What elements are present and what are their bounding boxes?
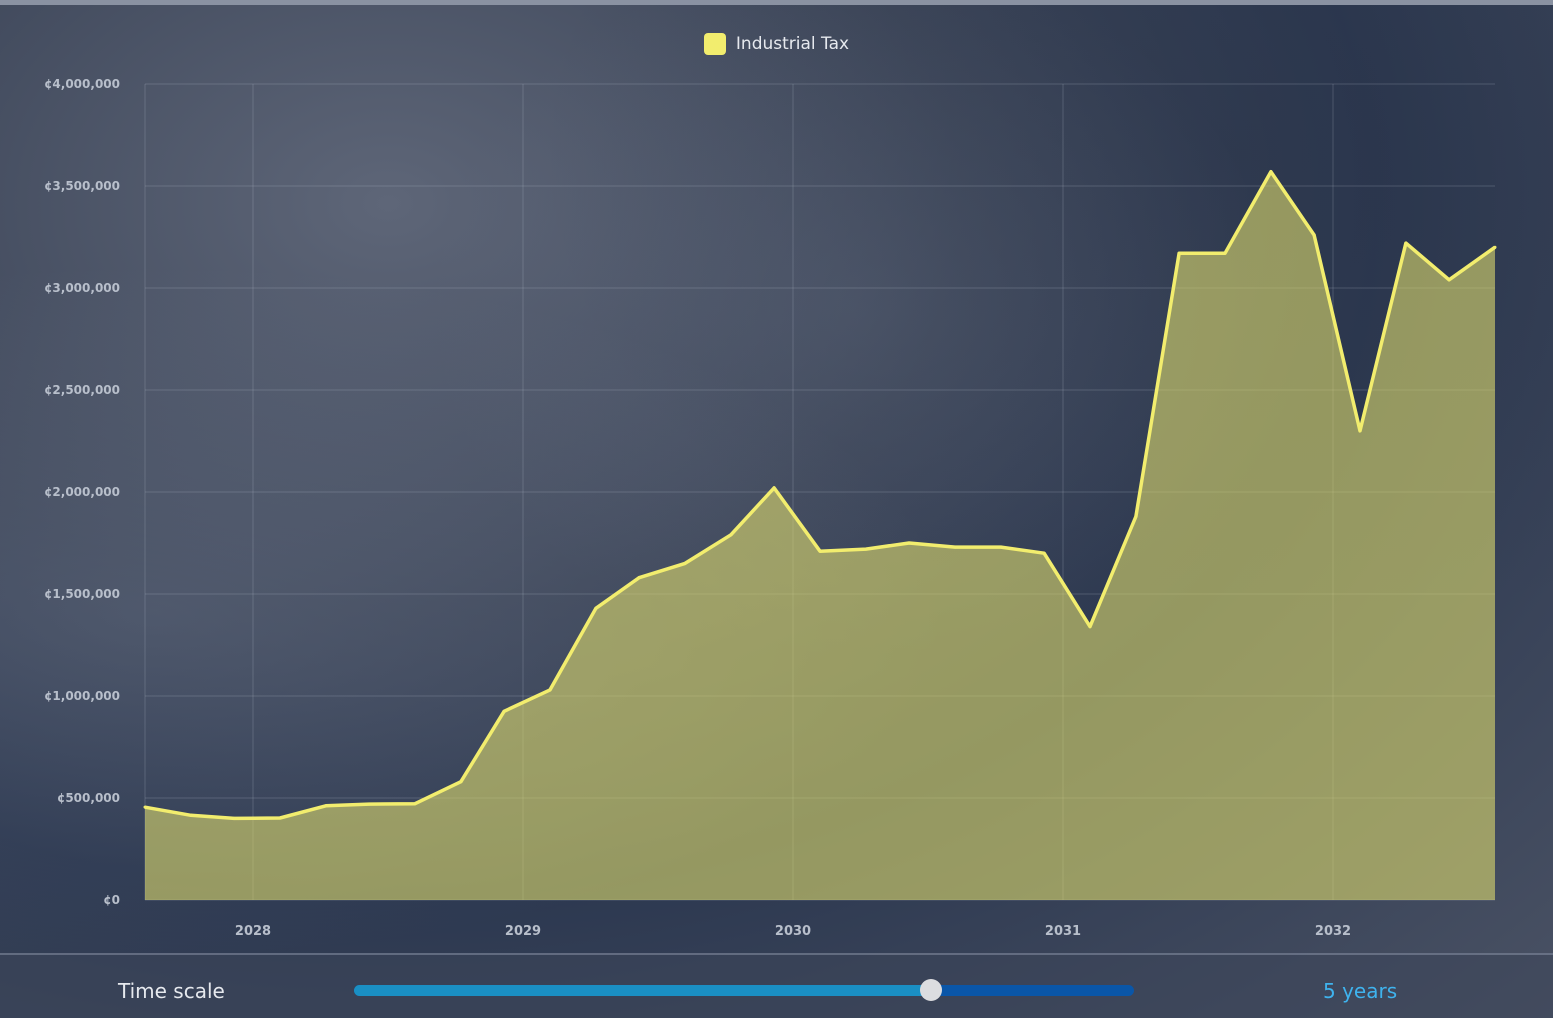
y-tick-label: ¢2,500,000 [44, 383, 120, 397]
legend-label: Industrial Tax [735, 34, 850, 54]
data-point [1088, 625, 1092, 629]
y-tick-label: ¢3,500,000 [44, 179, 120, 193]
data-point [413, 802, 417, 806]
time-scale-slider[interactable] [354, 979, 1134, 1001]
data-point [1312, 233, 1316, 237]
data-point [907, 541, 911, 545]
x-tick-label: 2031 [1045, 924, 1081, 939]
data-point [189, 813, 193, 817]
data-point [683, 561, 687, 565]
y-tick-label: ¢4,000,000 [44, 77, 120, 91]
time-scale-label: Time scale [118, 979, 225, 1003]
data-point [772, 486, 776, 490]
y-tick-label: ¢1,500,000 [44, 587, 120, 601]
time-scale-footer: Time scale 5 years [0, 953, 1553, 1018]
series-area [145, 171, 1495, 900]
data-point [278, 816, 282, 820]
data-point [729, 533, 733, 537]
y-tick-label: ¢1,000,000 [44, 689, 120, 703]
time-scale-value: 5 years [1323, 979, 1398, 1003]
y-tick-label: ¢500,000 [57, 791, 120, 805]
data-point [1404, 241, 1408, 245]
data-point [594, 606, 598, 610]
data-point [1269, 170, 1273, 174]
x-tick-label: 2032 [1315, 924, 1351, 939]
slider-fill [354, 985, 932, 996]
data-point [1177, 251, 1181, 255]
data-point [1042, 551, 1046, 555]
data-point [999, 545, 1003, 549]
area-chart: ¢0 ¢500,000 ¢1,000,000 ¢1,500,000 ¢2,000,000… [44, 77, 1497, 939]
data-point [1358, 429, 1362, 433]
data-point [143, 805, 147, 809]
data-point [1223, 251, 1227, 255]
x-tick-label: 2028 [235, 924, 271, 939]
data-point [232, 816, 236, 820]
data-point [818, 549, 822, 553]
data-point [324, 804, 328, 808]
data-point [864, 547, 868, 551]
x-tick-label: 2029 [505, 924, 541, 939]
legend-item-industrial-tax[interactable]: Industrial Tax [703, 33, 850, 55]
data-point [637, 576, 641, 580]
legend: Industrial Tax [0, 33, 1553, 55]
slider-thumb[interactable] [920, 979, 943, 1001]
legend-swatch [703, 33, 726, 55]
data-point [502, 709, 506, 713]
data-point [953, 545, 957, 549]
data-point [1134, 514, 1138, 518]
y-tick-label: ¢2,000,000 [44, 485, 120, 499]
y-tick-label: ¢3,000,000 [44, 281, 120, 295]
chart-panel: ¢0 ¢500,000 ¢1,000,000 ¢1,500,000 ¢2,000,000… [0, 5, 1553, 953]
x-tick-label: 2030 [775, 924, 811, 939]
y-tick-label: ¢0 [103, 893, 120, 907]
data-point [548, 688, 552, 692]
data-point [367, 802, 371, 806]
data-point [459, 780, 463, 784]
data-point [1447, 278, 1451, 282]
data-point [1493, 245, 1497, 249]
